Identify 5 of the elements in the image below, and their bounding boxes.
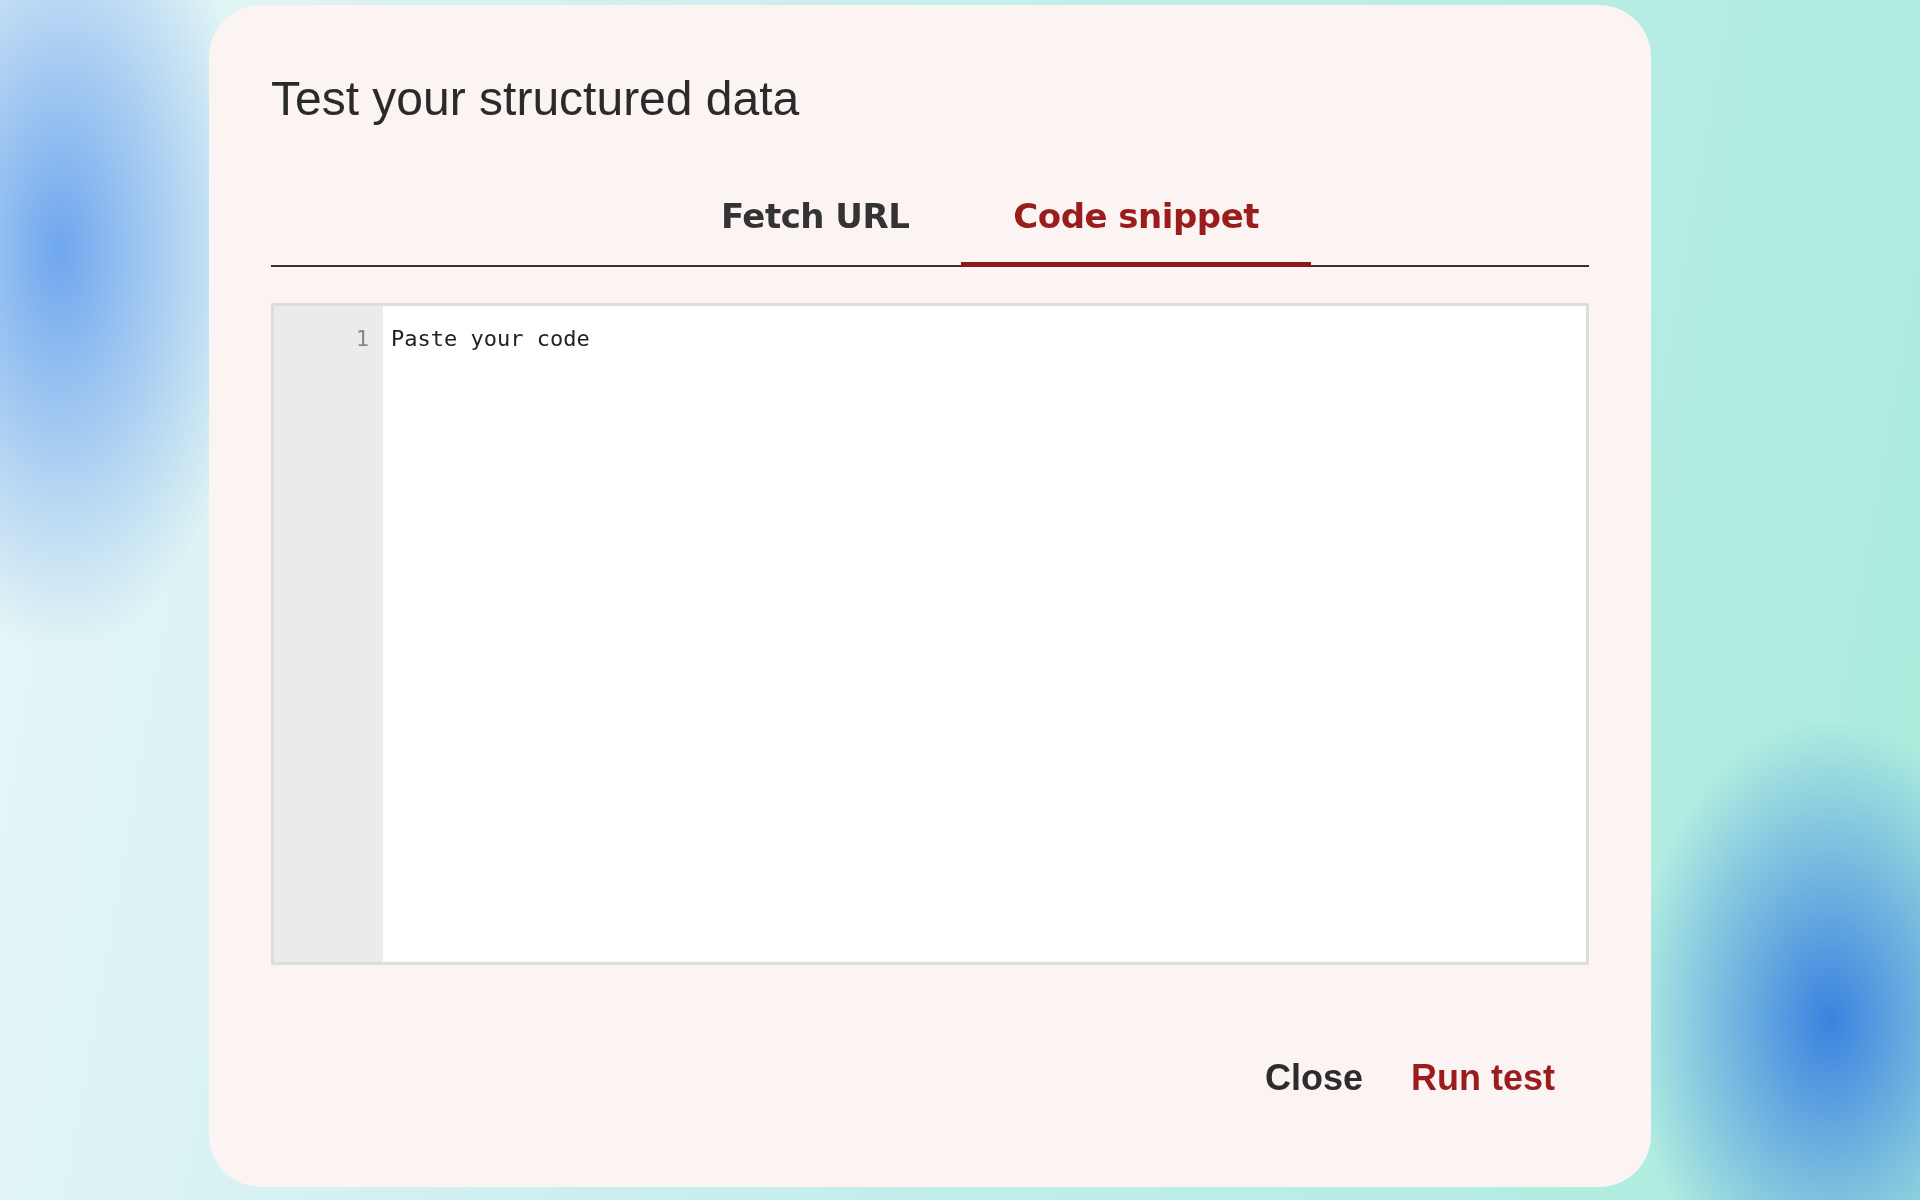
- close-button[interactable]: Close: [1250, 1047, 1377, 1109]
- dialog-title: Test your structured data: [271, 71, 801, 126]
- run-test-button[interactable]: Run test: [1397, 1047, 1569, 1109]
- tab[interactable]: Code snippet: [961, 182, 1311, 267]
- tab[interactable]: Fetch URL: [669, 182, 962, 267]
